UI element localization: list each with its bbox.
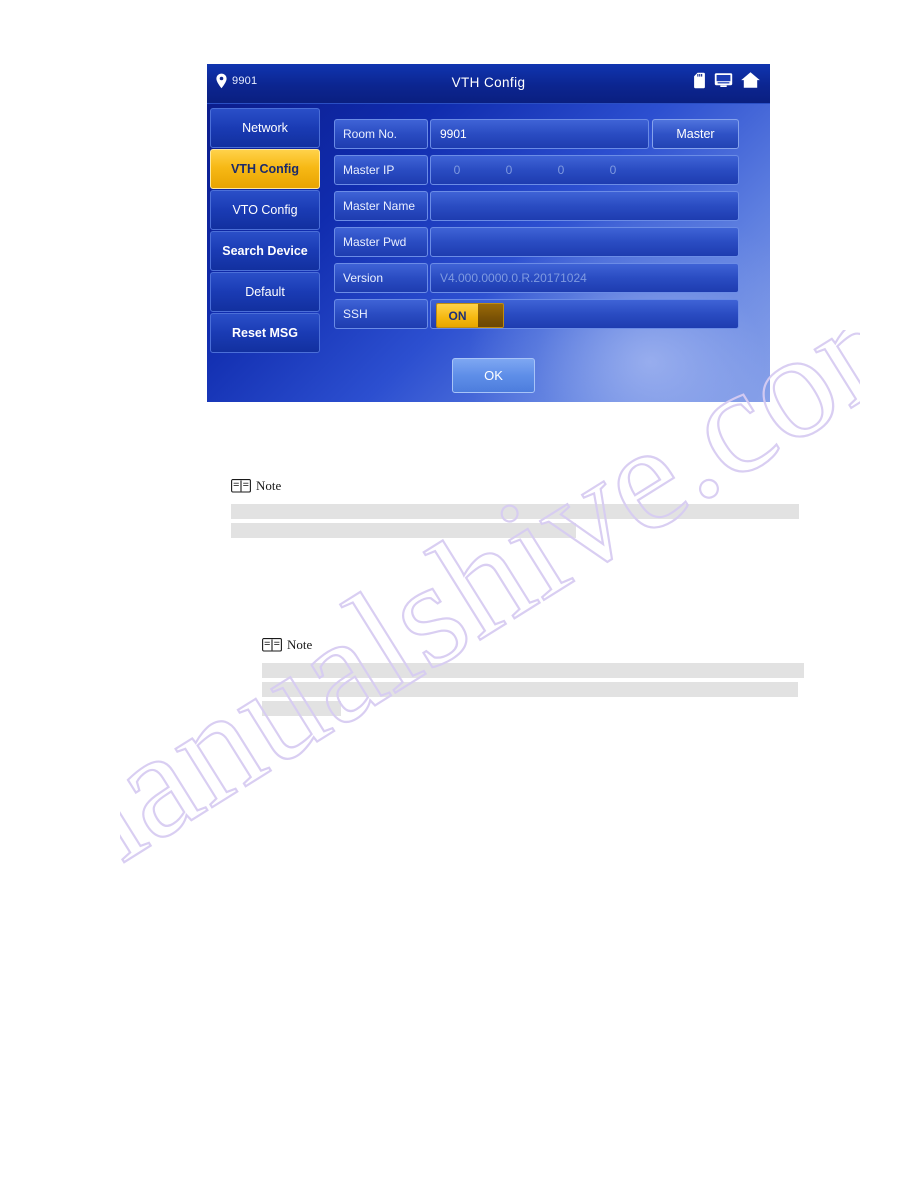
ssh-label: SSH <box>334 299 428 329</box>
note-text-line <box>262 663 804 678</box>
note-text-line <box>231 523 576 538</box>
vth-config-form: Room No. 9901 Master Master IP 0 0 0 0 M… <box>334 119 739 335</box>
note-block-2: Note <box>262 637 804 716</box>
sidebar-item-label: Default <box>245 285 285 299</box>
room-no-input[interactable]: 9901 <box>430 119 649 149</box>
master-button[interactable]: Master <box>652 119 739 149</box>
sidebar-menu: Network VTH Config VTO Config Search Dev… <box>210 108 320 354</box>
version-label: Version <box>334 263 428 293</box>
master-name-input[interactable] <box>430 191 739 221</box>
ssh-toggle-state: ON <box>437 304 478 327</box>
sidebar-item-label: Reset MSG <box>232 326 298 340</box>
sidebar-item-label: Search Device <box>222 244 308 258</box>
title-bar-icons <box>692 71 761 89</box>
sidebar-item-vto-config[interactable]: VTO Config <box>210 190 320 230</box>
sidebar-item-label: VTH Config <box>230 162 300 176</box>
row-version: Version V4.000.0000.0.R.20171024 <box>334 263 739 293</box>
note-label: Note <box>256 478 282 493</box>
sidebar-item-default[interactable]: Default <box>210 272 320 312</box>
room-no-label: Room No. <box>334 119 428 149</box>
note-heading-1: Note <box>231 478 799 494</box>
master-ip-octet-3[interactable]: 0 <box>535 163 587 177</box>
sidebar-item-reset-msg[interactable]: Reset MSG <box>210 313 320 353</box>
note-text-line <box>262 682 798 697</box>
sidebar-item-search-device[interactable]: Search Device <box>210 231 320 271</box>
sidebar-item-label: VTO Config <box>232 203 298 217</box>
master-pwd-input[interactable] <box>430 227 739 257</box>
row-master-name: Master Name <box>334 191 739 221</box>
ok-button[interactable]: OK <box>452 358 535 393</box>
ssh-cell: ON <box>430 299 739 329</box>
sidebar-item-network[interactable]: Network <box>210 108 320 148</box>
version-value: V4.000.0000.0.R.20171024 <box>430 263 739 293</box>
sidebar-item-vth-config[interactable]: VTH Config <box>210 149 320 189</box>
note-text-line <box>231 504 799 519</box>
watermark: manualshive.com <box>120 330 860 890</box>
book-icon <box>262 638 282 652</box>
row-master-pwd: Master Pwd <box>334 227 739 257</box>
ssh-toggle-knob <box>478 304 503 327</box>
row-ssh: SSH ON <box>334 299 739 329</box>
note-heading-2: Note <box>262 637 804 653</box>
master-pwd-label: Master Pwd <box>334 227 428 257</box>
master-name-label: Master Name <box>334 191 428 221</box>
master-ip-octet-2[interactable]: 0 <box>483 163 535 177</box>
sidebar-item-label: Network <box>242 121 288 135</box>
note-label: Note <box>287 637 313 652</box>
ssh-toggle[interactable]: ON <box>436 303 504 328</box>
vth-device-screen: 9901 VTH Config Network VTH Config VTO C… <box>207 64 770 402</box>
row-master-ip: Master IP 0 0 0 0 <box>334 155 739 185</box>
note-block-1: Note <box>231 478 799 538</box>
master-ip-input[interactable]: 0 0 0 0 <box>430 155 739 185</box>
monitor-icon[interactable] <box>714 72 733 88</box>
title-bar: 9901 VTH Config <box>207 64 770 104</box>
master-ip-octet-4[interactable]: 0 <box>587 163 639 177</box>
home-icon[interactable] <box>740 71 761 89</box>
svg-text:manualshive.com: manualshive.com <box>120 330 860 890</box>
sd-card-icon[interactable] <box>692 72 707 89</box>
note-text-line <box>262 701 341 716</box>
master-ip-octet-1[interactable]: 0 <box>431 163 483 177</box>
row-room-no: Room No. 9901 Master <box>334 119 739 149</box>
book-icon <box>231 479 251 493</box>
master-ip-label: Master IP <box>334 155 428 185</box>
page-title: VTH Config <box>451 75 526 90</box>
